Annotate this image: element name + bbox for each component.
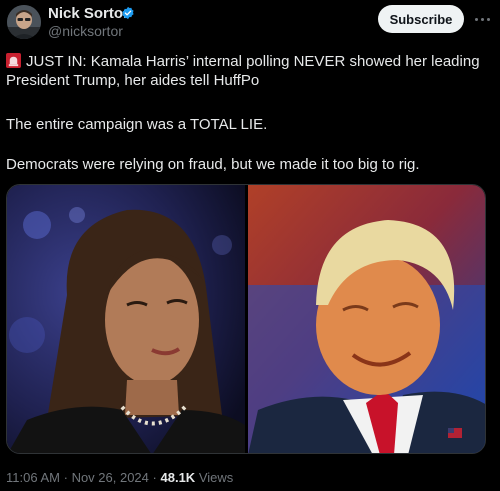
photo-donald-trump[interactable] xyxy=(248,185,486,454)
more-options-icon[interactable] xyxy=(474,10,492,28)
author-avatar[interactable] xyxy=(7,5,41,39)
tweet-time[interactable]: 11:06 AM xyxy=(6,470,60,485)
tweet-paragraph-2: The entire campaign was a TOTAL LIE. xyxy=(6,116,268,133)
photo-kamala-harris[interactable] xyxy=(7,185,245,454)
meta-separator: · xyxy=(63,470,68,485)
tweet-text-1: JUST IN: Kamala Harris’ internal polling… xyxy=(6,53,480,89)
tweet-paragraph-1: JUST IN: Kamala Harris’ internal polling… xyxy=(6,52,486,90)
author-handle[interactable]: @nicksortor xyxy=(48,23,123,39)
tweet-date[interactable]: Nov 26, 2024 xyxy=(72,470,149,485)
subscribe-button[interactable]: Subscribe xyxy=(378,5,464,33)
views-label: Views xyxy=(198,470,234,485)
views-count: 48.1K xyxy=(160,470,196,485)
rotating-light-emoji xyxy=(6,53,21,68)
tweet-media[interactable] xyxy=(6,184,486,454)
meta-separator-2: · xyxy=(152,470,157,485)
tweet-meta: 11:06 AM · Nov 26, 2024 · 48.1K Views xyxy=(6,470,233,485)
tweet-paragraph-3: Democrats were relying on fraud, but we … xyxy=(6,156,420,173)
author-display-name[interactable]: Nick Sortor xyxy=(48,5,129,22)
verified-badge-icon xyxy=(122,6,134,20)
